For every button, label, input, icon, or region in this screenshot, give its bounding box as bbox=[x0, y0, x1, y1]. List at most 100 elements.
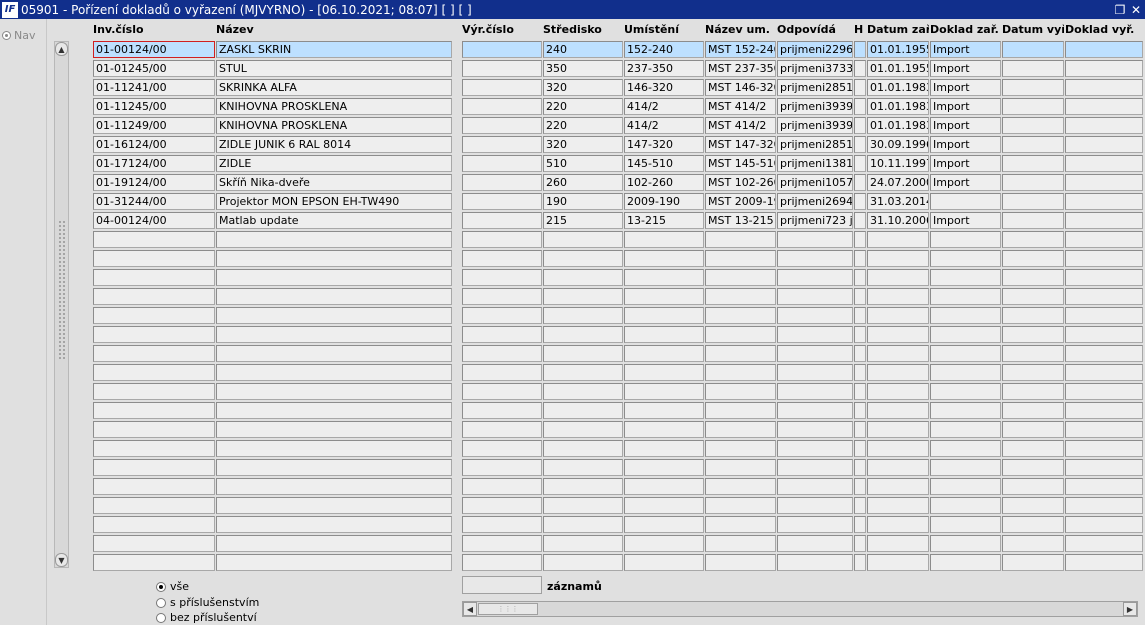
cell-stredisko[interactable]: 320 bbox=[543, 79, 623, 96]
cell-stredisko[interactable]: 510 bbox=[543, 155, 623, 172]
cell-umisteni[interactable] bbox=[624, 288, 704, 305]
cell-odpovida[interactable]: prijmeni2851 jm bbox=[777, 136, 853, 153]
cell-odpovida[interactable] bbox=[777, 231, 853, 248]
cell-nazev-um[interactable] bbox=[705, 535, 776, 552]
filter-option-all[interactable]: vše bbox=[156, 580, 189, 593]
cell-datum-zar[interactable] bbox=[867, 421, 929, 438]
cell-nazev[interactable]: ZIDLE JUNIK 6 RAL 8014 bbox=[216, 136, 452, 153]
cell-umisteni[interactable] bbox=[624, 516, 704, 533]
cell-vyr-cislo[interactable] bbox=[462, 516, 542, 533]
cell-stredisko[interactable] bbox=[543, 421, 623, 438]
cell-doklad-zar[interactable] bbox=[930, 535, 1001, 552]
cell-datum-vyr[interactable] bbox=[1002, 212, 1064, 229]
cell-vyr-cislo[interactable] bbox=[462, 440, 542, 457]
cell-datum-vyr[interactable] bbox=[1002, 231, 1064, 248]
cell-odpovida[interactable]: prijmeni3733 jm bbox=[777, 60, 853, 77]
cell-datum-zar[interactable] bbox=[867, 459, 929, 476]
cell-doklad-vyr[interactable] bbox=[1065, 459, 1143, 476]
cell-doklad-vyr[interactable] bbox=[1065, 345, 1143, 362]
cell-datum-vyr[interactable] bbox=[1002, 41, 1064, 58]
cell-vyr-cislo[interactable] bbox=[462, 212, 542, 229]
cell-umisteni[interactable]: 2009-190 bbox=[624, 193, 704, 210]
cell-doklad-zar[interactable]: Import bbox=[930, 60, 1001, 77]
cell-odpovida[interactable] bbox=[777, 459, 853, 476]
cell-doklad-zar[interactable]: Import bbox=[930, 41, 1001, 58]
cell-vyr-cislo[interactable] bbox=[462, 174, 542, 191]
close-icon[interactable]: ✕ bbox=[1129, 3, 1143, 17]
cell-datum-vyr[interactable] bbox=[1002, 155, 1064, 172]
cell-datum-zar[interactable]: 01.01.1955 bbox=[867, 60, 929, 77]
cell-odpovida[interactable] bbox=[777, 269, 853, 286]
cell-umisteni[interactable] bbox=[624, 478, 704, 495]
cell-doklad-zar[interactable]: Import bbox=[930, 98, 1001, 115]
cell-h[interactable] bbox=[854, 174, 866, 191]
cell-nazev[interactable] bbox=[216, 554, 452, 571]
cell-vyr-cislo[interactable] bbox=[462, 250, 542, 267]
cell-doklad-vyr[interactable] bbox=[1065, 516, 1143, 533]
cell-stredisko[interactable]: 320 bbox=[543, 136, 623, 153]
restore-icon[interactable]: ❐ bbox=[1113, 3, 1127, 17]
cell-datum-zar[interactable] bbox=[867, 402, 929, 419]
cell-inv-cislo[interactable]: 04-00124/00 bbox=[93, 212, 215, 229]
cell-h[interactable] bbox=[854, 41, 866, 58]
cell-stredisko[interactable] bbox=[543, 288, 623, 305]
cell-datum-zar[interactable] bbox=[867, 250, 929, 267]
cell-nazev-um[interactable] bbox=[705, 440, 776, 457]
cell-inv-cislo[interactable] bbox=[93, 364, 215, 381]
cell-datum-vyr[interactable] bbox=[1002, 307, 1064, 324]
filter-option-with-accessories[interactable]: s příslušenstvím bbox=[156, 596, 259, 609]
cell-umisteni[interactable] bbox=[624, 421, 704, 438]
cell-nazev[interactable]: Matlab update bbox=[216, 212, 452, 229]
cell-vyr-cislo[interactable] bbox=[462, 554, 542, 571]
cell-nazev[interactable]: SKRINKA ALFA bbox=[216, 79, 452, 96]
cell-doklad-zar[interactable] bbox=[930, 421, 1001, 438]
cell-datum-vyr[interactable] bbox=[1002, 98, 1064, 115]
cell-inv-cislo[interactable] bbox=[93, 478, 215, 495]
cell-nazev[interactable] bbox=[216, 288, 452, 305]
cell-nazev[interactable]: KNIHOVNA PROSKLENA bbox=[216, 117, 452, 134]
cell-inv-cislo[interactable] bbox=[93, 307, 215, 324]
cell-stredisko[interactable] bbox=[543, 231, 623, 248]
cell-vyr-cislo[interactable] bbox=[462, 117, 542, 134]
cell-datum-zar[interactable]: 24.07.2000 bbox=[867, 174, 929, 191]
cell-doklad-vyr[interactable] bbox=[1065, 60, 1143, 77]
cell-nazev-um[interactable] bbox=[705, 554, 776, 571]
cell-doklad-zar[interactable] bbox=[930, 383, 1001, 400]
cell-datum-vyr[interactable] bbox=[1002, 516, 1064, 533]
cell-inv-cislo[interactable]: 01-11245/00 bbox=[93, 98, 215, 115]
cell-datum-vyr[interactable] bbox=[1002, 60, 1064, 77]
cell-doklad-vyr[interactable] bbox=[1065, 269, 1143, 286]
cell-nazev-um[interactable]: MST 147-320 bbox=[705, 136, 776, 153]
cell-datum-zar[interactable] bbox=[867, 307, 929, 324]
cell-odpovida[interactable]: prijmeni2694 jm bbox=[777, 193, 853, 210]
filter-option-without-accessories[interactable]: bez příslušentví bbox=[156, 611, 257, 624]
cell-nazev[interactable] bbox=[216, 478, 452, 495]
cell-nazev[interactable] bbox=[216, 326, 452, 343]
cell-stredisko[interactable]: 215 bbox=[543, 212, 623, 229]
cell-doklad-vyr[interactable] bbox=[1065, 307, 1143, 324]
cell-datum-vyr[interactable] bbox=[1002, 193, 1064, 210]
cell-odpovida[interactable]: prijmeni2851 jm bbox=[777, 79, 853, 96]
cell-doklad-zar[interactable] bbox=[930, 307, 1001, 324]
cell-datum-vyr[interactable] bbox=[1002, 288, 1064, 305]
cell-doklad-vyr[interactable] bbox=[1065, 136, 1143, 153]
scroll-down-icon[interactable]: ▼ bbox=[55, 553, 68, 567]
scroll-right-icon[interactable]: ▶ bbox=[1123, 602, 1137, 616]
cell-inv-cislo[interactable]: 01-01245/00 bbox=[93, 60, 215, 77]
cell-odpovida[interactable] bbox=[777, 497, 853, 514]
cell-inv-cislo[interactable] bbox=[93, 326, 215, 343]
cell-datum-vyr[interactable] bbox=[1002, 535, 1064, 552]
cell-h[interactable] bbox=[854, 250, 866, 267]
cell-nazev-um[interactable] bbox=[705, 326, 776, 343]
cell-umisteni[interactable]: 145-510 bbox=[624, 155, 704, 172]
cell-nazev-um[interactable] bbox=[705, 364, 776, 381]
cell-umisteni[interactable] bbox=[624, 269, 704, 286]
cell-doklad-zar[interactable] bbox=[930, 459, 1001, 476]
cell-nazev-um[interactable] bbox=[705, 307, 776, 324]
cell-odpovida[interactable]: prijmeni1381 jm bbox=[777, 155, 853, 172]
cell-doklad-vyr[interactable] bbox=[1065, 402, 1143, 419]
cell-vyr-cislo[interactable] bbox=[462, 421, 542, 438]
cell-doklad-vyr[interactable] bbox=[1065, 155, 1143, 172]
cell-inv-cislo[interactable] bbox=[93, 402, 215, 419]
cell-stredisko[interactable] bbox=[543, 497, 623, 514]
